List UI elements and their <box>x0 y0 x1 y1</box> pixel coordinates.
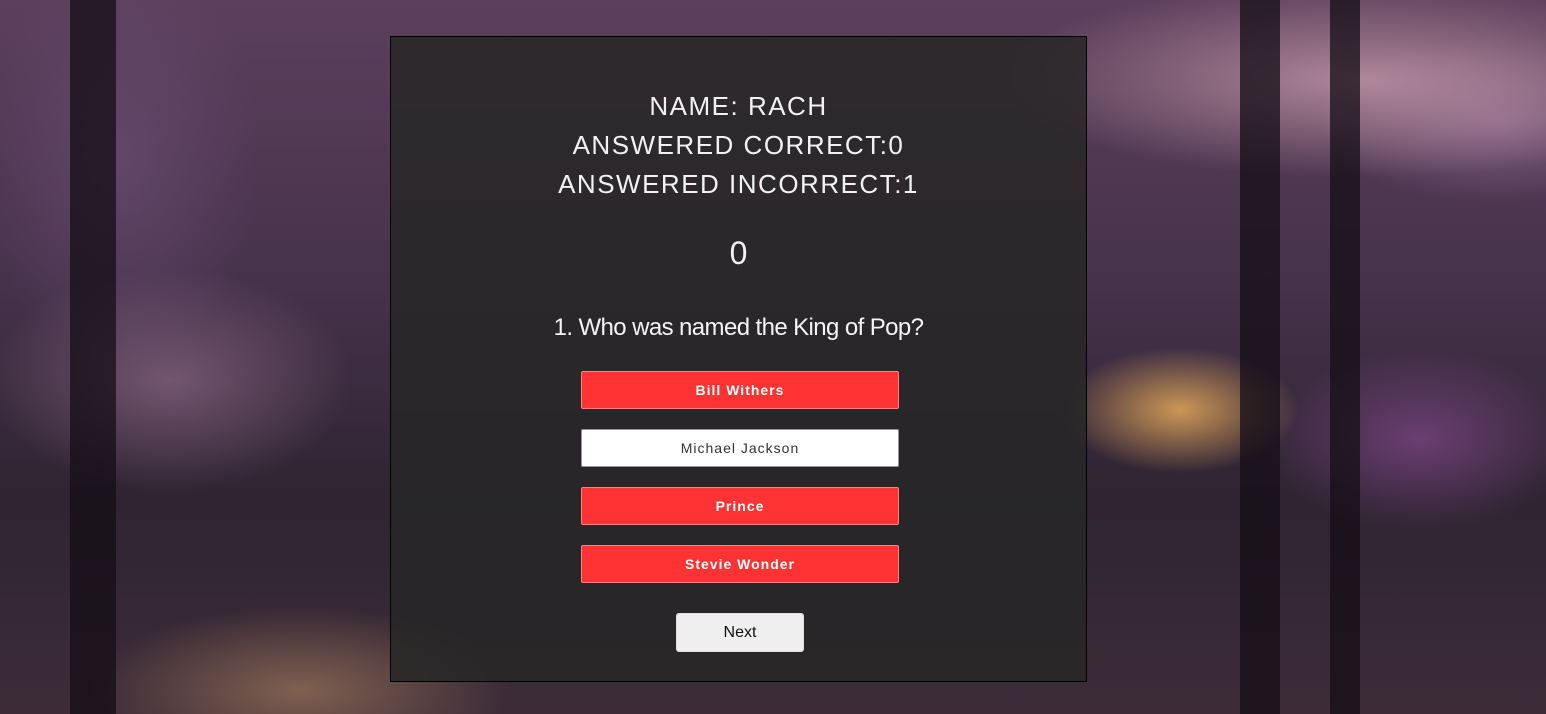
answered-incorrect: ANSWERED INCORRECT:1 <box>558 169 919 199</box>
answer-button-michael-jackson[interactable]: Michael Jackson <box>581 429 899 467</box>
next-button[interactable]: Next <box>676 613 804 652</box>
stats-panel: NAME: RACH ANSWERED CORRECT:0 ANSWERED I… <box>391 87 1086 204</box>
answer-button-stevie-wonder[interactable]: Stevie Wonder <box>581 545 899 583</box>
background-pole <box>1330 0 1360 714</box>
answer-button-prince[interactable]: Prince <box>581 487 899 525</box>
quiz-card: NAME: RACH ANSWERED CORRECT:0 ANSWERED I… <box>390 36 1087 682</box>
answer-list: Bill Withers Michael Jackson Prince Stev… <box>581 371 899 603</box>
player-name: NAME: RACH <box>649 91 828 121</box>
timer: 0 <box>729 235 748 271</box>
question-text: 1. Who was named the King of Pop? <box>553 314 924 341</box>
background-pole <box>70 0 116 714</box>
answer-button-bill-withers[interactable]: Bill Withers <box>581 371 899 409</box>
background-pole <box>1240 0 1280 714</box>
answered-correct: ANSWERED CORRECT:0 <box>572 130 905 160</box>
